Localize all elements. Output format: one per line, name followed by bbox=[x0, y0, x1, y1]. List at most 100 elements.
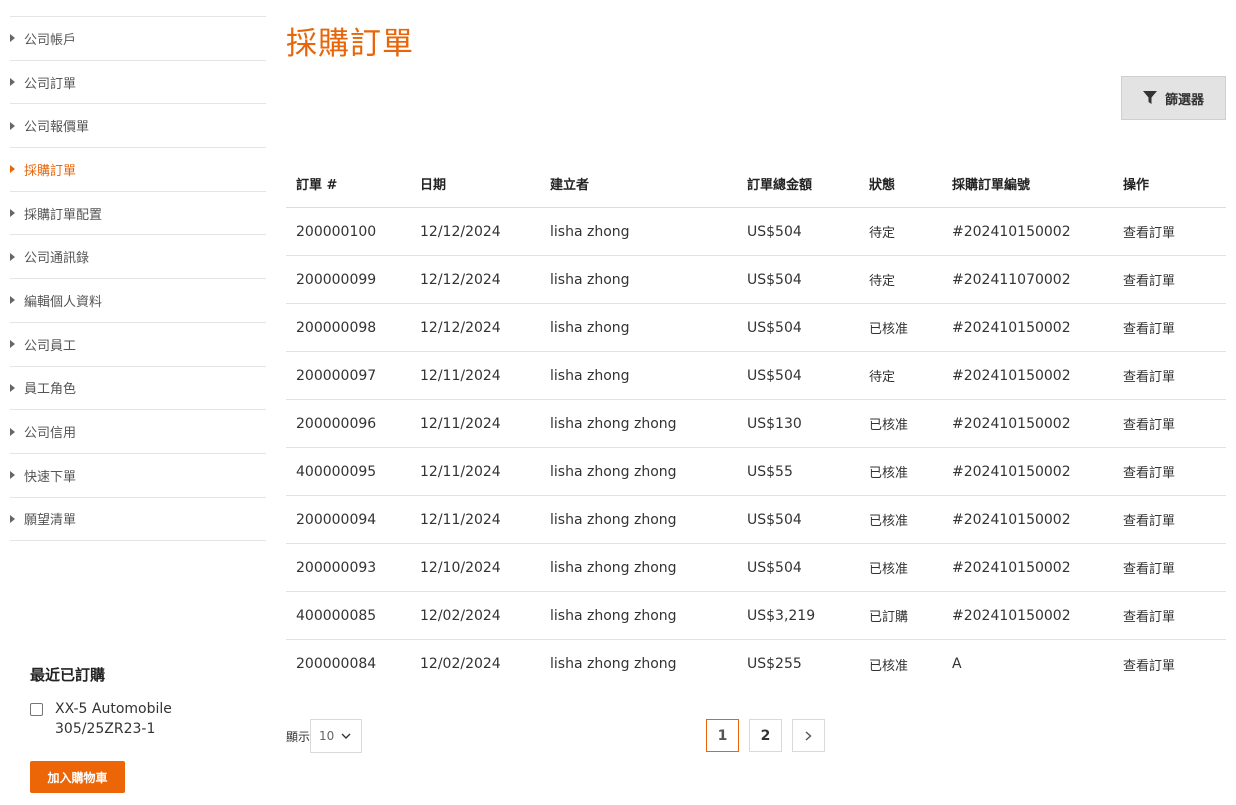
cell-date: 12/12/2024 bbox=[420, 319, 501, 336]
cell-po-number: #202411070002 bbox=[952, 271, 1071, 288]
recently-ordered-title: 最近已訂購 bbox=[30, 666, 106, 684]
view-order-link[interactable]: 查看訂單 bbox=[1123, 366, 1226, 385]
view-order-link[interactable]: 查看訂單 bbox=[1123, 462, 1226, 481]
page-size-value: 10 bbox=[319, 729, 335, 743]
recently-ordered-item-label: XX-5 Automobile 305/25ZR23-1 bbox=[55, 701, 172, 737]
sidebar-item-quick-order[interactable]: 快速下單 bbox=[10, 454, 266, 498]
sidebar-item-label: 採購訂單 bbox=[24, 163, 77, 179]
cell-date: 12/11/2024 bbox=[420, 463, 501, 480]
caret-right-icon bbox=[10, 121, 15, 130]
cell-order-total: US$130 bbox=[747, 415, 802, 432]
next-page-button[interactable] bbox=[792, 719, 825, 752]
sidebar-item-employees[interactable]: 公司員工 bbox=[10, 323, 266, 367]
caret-right-icon bbox=[10, 296, 15, 305]
table-body: 200000100 12/12/2024 lisha zhong US$504 待定 #2… bbox=[286, 208, 1226, 688]
add-to-cart-button[interactable]: 加入購物車 bbox=[30, 761, 125, 793]
cell-creator: lisha zhong zhong bbox=[550, 656, 677, 672]
sidebar-item-purchase-orders[interactable]: 採購訂單 bbox=[10, 148, 266, 192]
page-button-2[interactable]: 2 bbox=[749, 719, 782, 752]
sidebar-item-company-quotes[interactable]: 公司報價單 bbox=[10, 104, 266, 149]
cell-date: 12/11/2024 bbox=[420, 511, 501, 528]
cell-order-total: US$3,219 bbox=[747, 607, 816, 624]
caret-right-icon bbox=[10, 252, 15, 261]
recently-ordered-item: XX-5 Automobile 305/25ZR23-1 bbox=[30, 699, 250, 739]
view-order-link[interactable]: 查看訂單 bbox=[1123, 222, 1226, 241]
cell-po-number: #202410150002 bbox=[952, 367, 1071, 384]
cell-po-number: A bbox=[952, 656, 962, 672]
cell-order-number: 200000097 bbox=[296, 367, 377, 384]
recently-ordered-checkbox[interactable] bbox=[30, 703, 43, 716]
view-order-link[interactable]: 查看訂單 bbox=[1123, 318, 1226, 337]
sidebar-item-edit-profile[interactable]: 編輯個人資料 bbox=[10, 279, 266, 323]
cell-order-number: 400000085 bbox=[296, 607, 377, 624]
sidebar-item-label: 公司通訊錄 bbox=[24, 251, 90, 267]
sidebar-item-company-orders[interactable]: 公司訂單 bbox=[10, 61, 266, 105]
table-row: 200000100 12/12/2024 lisha zhong US$504 待定 #2… bbox=[286, 208, 1226, 256]
sidebar-item-label: 採購訂單配置 bbox=[24, 207, 103, 223]
column-header-po-number: 採購訂單編號 bbox=[952, 178, 1031, 193]
recently-ordered: 最近已訂購 XX-5 Automobile 305/25ZR23-1 bbox=[30, 664, 250, 739]
cell-date: 12/11/2024 bbox=[420, 415, 501, 432]
cell-status: 待定 bbox=[869, 226, 896, 241]
chevron-down-icon bbox=[341, 733, 351, 739]
sidebar-item-label: 快速下單 bbox=[24, 469, 77, 485]
cell-po-number: #202410150002 bbox=[952, 607, 1071, 624]
view-order-link[interactable]: 查看訂單 bbox=[1123, 270, 1226, 289]
view-order-link[interactable]: 查看訂單 bbox=[1123, 414, 1226, 433]
caret-right-icon bbox=[10, 383, 15, 392]
column-header-total: 訂單總金額 bbox=[747, 178, 813, 193]
cell-order-number: 200000084 bbox=[296, 656, 377, 672]
caret-right-icon bbox=[10, 427, 15, 436]
caret-right-icon bbox=[10, 165, 15, 174]
page-button-1[interactable]: 1 bbox=[706, 719, 739, 752]
chevron-right-icon bbox=[805, 730, 812, 741]
sidebar-item-label: 公司訂單 bbox=[24, 76, 77, 92]
cell-order-number: 200000100 bbox=[296, 223, 377, 240]
table-row: 200000099 12/12/2024 lisha zhong US$504 待定 #2… bbox=[286, 256, 1226, 304]
cell-date: 12/11/2024 bbox=[420, 367, 501, 384]
cell-order-number: 200000099 bbox=[296, 271, 377, 288]
cell-creator: lisha zhong zhong bbox=[550, 607, 677, 624]
view-order-link[interactable]: 查看訂單 bbox=[1123, 510, 1226, 529]
cell-creator: lisha zhong bbox=[550, 367, 630, 384]
cell-status: 已訂購 bbox=[869, 610, 909, 625]
caret-right-icon bbox=[10, 340, 15, 349]
show-label: 顯示 bbox=[286, 729, 311, 744]
cell-status: 已核准 bbox=[869, 466, 909, 481]
view-order-link[interactable]: 查看訂單 bbox=[1123, 606, 1226, 625]
sidebar-item-address-book[interactable]: 公司通訊錄 bbox=[10, 235, 266, 280]
cell-status: 已核准 bbox=[869, 418, 909, 433]
sidebar-item-po-config[interactable]: 採購訂單配置 bbox=[10, 192, 266, 236]
sidebar-item-credit[interactable]: 公司信用 bbox=[10, 410, 266, 454]
cell-po-number: #202410150002 bbox=[952, 463, 1071, 480]
view-order-link[interactable]: 查看訂單 bbox=[1123, 655, 1226, 674]
cell-po-number: #202410150002 bbox=[952, 415, 1071, 432]
cell-status: 待定 bbox=[869, 370, 896, 385]
page-size-select[interactable]: 10 bbox=[310, 719, 363, 753]
column-header-date: 日期 bbox=[420, 178, 447, 193]
cell-po-number: #202410150002 bbox=[952, 559, 1071, 576]
table-header: 訂單 # 日期 建立者 訂單總金額 狀態 採購訂單編號 操作 bbox=[286, 160, 1226, 208]
filter-button-label: 篩選器 bbox=[1164, 92, 1204, 108]
cell-date: 12/02/2024 bbox=[420, 656, 501, 672]
filter-button[interactable]: 篩選器 bbox=[1121, 76, 1226, 120]
cell-creator: lisha zhong bbox=[550, 223, 630, 240]
sidebar-item-company-account[interactable]: 公司帳戶 bbox=[10, 17, 266, 61]
cell-creator: lisha zhong zhong bbox=[550, 415, 677, 432]
caret-right-icon bbox=[10, 471, 15, 480]
cell-order-number: 200000096 bbox=[296, 415, 377, 432]
cell-creator: lisha zhong zhong bbox=[550, 511, 677, 528]
purchase-orders-table: 訂單 # 日期 建立者 訂單總金額 狀態 採購訂單編號 操作 200000100… bbox=[286, 160, 1226, 688]
caret-right-icon bbox=[10, 78, 15, 87]
view-order-link[interactable]: 查看訂單 bbox=[1123, 558, 1226, 577]
sidebar-item-wishlist[interactable]: 願望清單 bbox=[10, 498, 266, 542]
cell-po-number: #202410150002 bbox=[952, 319, 1071, 336]
cell-status: 已核准 bbox=[869, 562, 909, 577]
cell-status: 已核准 bbox=[869, 658, 909, 674]
cell-po-number: #202410150002 bbox=[952, 511, 1071, 528]
table-row: 200000097 12/11/2024 lisha zhong US$504 待定 #2… bbox=[286, 352, 1226, 400]
cell-date: 12/12/2024 bbox=[420, 223, 501, 240]
column-header-creator: 建立者 bbox=[550, 178, 590, 193]
cell-creator: lisha zhong zhong bbox=[550, 559, 677, 576]
sidebar-item-roles[interactable]: 員工角色 bbox=[10, 367, 266, 411]
